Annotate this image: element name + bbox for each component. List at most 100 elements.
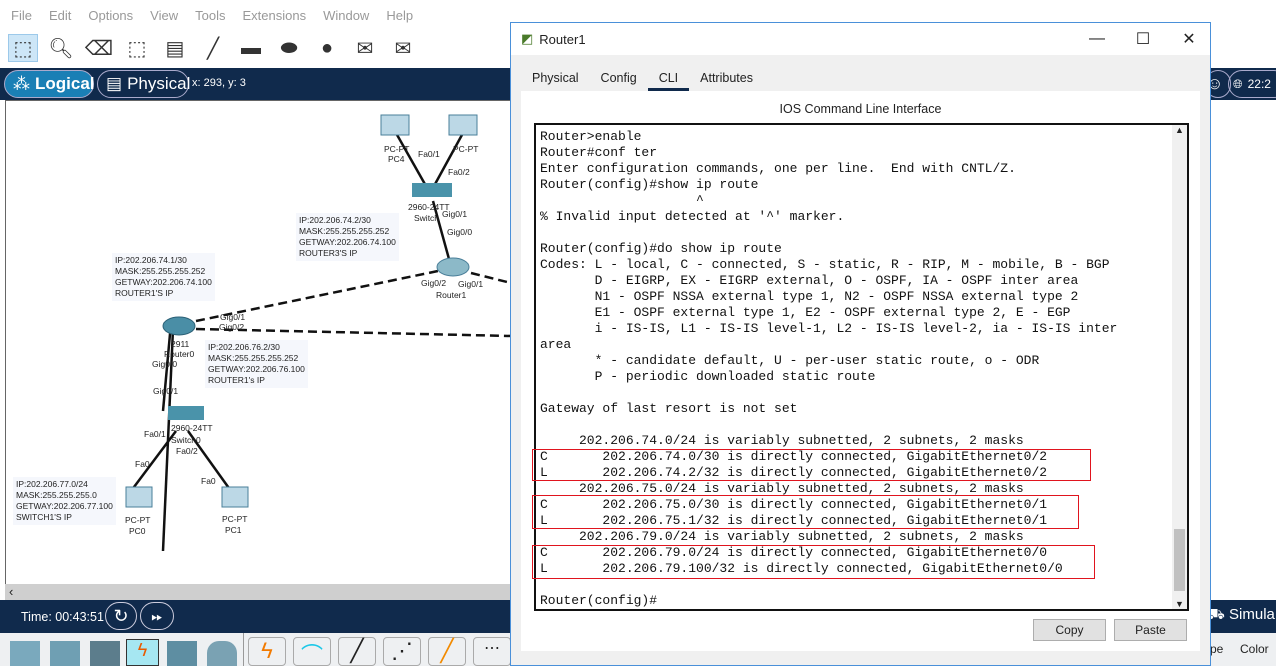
- complex-pdu-icon[interactable]: ✉: [388, 34, 418, 62]
- menu-bar: File Edit Options View Tools Extensions …: [0, 8, 510, 30]
- cli-scrollbar[interactable]: ▲ ▼: [1172, 125, 1187, 609]
- menu-window[interactable]: Window: [323, 8, 369, 30]
- scroll-thumb[interactable]: [1174, 529, 1185, 591]
- cli-line: area: [540, 337, 572, 352]
- tab-cli[interactable]: CLI: [647, 65, 690, 91]
- cli-line: [540, 577, 1117, 593]
- label: PC-PT: [222, 514, 248, 524]
- menu-file[interactable]: File: [11, 8, 32, 30]
- physical-tab[interactable]: ▤ Physical: [97, 70, 191, 98]
- note-switch1[interactable]: IP:202.206.77.0/24 MASK:255.255.255.0 GE…: [13, 477, 116, 525]
- misc-category-icon[interactable]: [167, 641, 197, 666]
- logical-canvas[interactable]: IP:202.206.74.2/30 MASK:255.255.255.252 …: [5, 100, 511, 585]
- resize-icon[interactable]: ⬚: [122, 34, 152, 62]
- menu-extensions[interactable]: Extensions: [242, 8, 306, 30]
- cli-line: Router(config)#: [540, 593, 658, 608]
- cloud-category-icon[interactable]: [207, 641, 237, 666]
- network-clock[interactable]: 🌐︎ 22:2: [1228, 70, 1276, 98]
- paste-button[interactable]: Paste: [1114, 619, 1187, 641]
- cli-panel: IOS Command Line Interface Router>enable…: [521, 91, 1200, 651]
- globe-icon: 🌐︎: [1233, 76, 1243, 91]
- select-icon[interactable]: ⬚: [8, 34, 38, 62]
- coords-readout: x: 293, y: 3: [192, 77, 246, 89]
- label: PC4: [388, 154, 405, 164]
- switch0-icon: [168, 406, 204, 420]
- simulation-tab[interactable]: ⛟ Simula: [1206, 606, 1275, 625]
- tab-physical[interactable]: Physical: [521, 65, 590, 91]
- console-cable-icon[interactable]: ⌒: [293, 637, 331, 668]
- cli-line: i - IS-IS, L1 - IS-IS level-1, L2 - IS-I…: [540, 321, 1118, 336]
- label: Fa0/1: [144, 429, 166, 439]
- inspect-icon[interactable]: 🔍︎: [46, 34, 76, 62]
- components-category-icon[interactable]: [90, 641, 120, 666]
- label: Fa0/2: [448, 167, 470, 177]
- cli-terminal[interactable]: Router>enable Router#conf ter Enter config…: [534, 123, 1189, 611]
- label: PC-PT: [125, 515, 151, 525]
- cli-line: Codes: L - local, C - connected, S - sta…: [540, 257, 1110, 272]
- fast-forward-icon[interactable]: ⏩︎: [140, 602, 174, 630]
- cli-line: E1 - OSPF external type 1, E2 - OSPF ext…: [540, 305, 1071, 320]
- label: Gig0/1: [458, 279, 484, 289]
- cli-line: [540, 385, 1117, 401]
- note-router1b[interactable]: IP:202.206.76.2/30 MASK:255.255.255.252 …: [205, 340, 308, 388]
- phone-cable-icon[interactable]: ⋯: [473, 637, 511, 666]
- label: PC1: [225, 525, 242, 535]
- cli-line: D - EIGRP, EX - EIGRP external, O - OSPF…: [540, 273, 1079, 288]
- menu-tools[interactable]: Tools: [195, 8, 225, 30]
- highlight-74: [532, 449, 1091, 481]
- auto-connection-icon[interactable]: ϟ: [248, 637, 286, 666]
- label: Gig0/0: [447, 227, 473, 237]
- router1-icon: [436, 257, 470, 277]
- menu-view[interactable]: View: [150, 8, 178, 30]
- pc0-icon: [125, 486, 153, 508]
- minimize-icon[interactable]: —: [1074, 23, 1120, 55]
- scroll-left-icon[interactable]: ‹: [9, 584, 13, 599]
- switches-category-icon[interactable]: [50, 641, 80, 666]
- physical-label: Physical: [127, 74, 191, 93]
- switch-icon: [412, 183, 452, 197]
- horizontal-scrollbar[interactable]: ‹: [5, 584, 510, 600]
- menu-edit[interactable]: Edit: [49, 8, 71, 30]
- fiber-cable-icon[interactable]: ╱: [428, 637, 466, 666]
- router1-window: ◩ Router1 — ☐ ✕ Physical Config CLI Attr…: [510, 22, 1211, 666]
- logical-tab[interactable]: ⁂ Logical: [4, 70, 95, 98]
- routers-category-icon[interactable]: [10, 641, 40, 666]
- note-text: IP:202.206.76.2/30 MASK:255.255.255.252 …: [208, 342, 305, 385]
- note-icon[interactable]: ▤: [160, 34, 190, 62]
- scroll-up-icon[interactable]: ▲: [1172, 125, 1187, 135]
- menu-help[interactable]: Help: [386, 8, 413, 30]
- label: Router0: [164, 349, 195, 359]
- column-type: pe: [1210, 642, 1224, 656]
- scroll-down-icon[interactable]: ▼: [1172, 599, 1187, 609]
- note-router3[interactable]: IP:202.206.74.2/30 MASK:255.255.255.252 …: [296, 213, 399, 261]
- tab-config[interactable]: Config: [590, 65, 648, 91]
- cli-output: Router>enable Router#conf ter Enter config…: [540, 129, 1117, 609]
- connections-category-icon[interactable]: ϟ: [126, 639, 159, 666]
- tab-attributes[interactable]: Attributes: [689, 65, 764, 91]
- delete-icon[interactable]: ⌫: [84, 34, 114, 62]
- pc4-icon: [380, 114, 410, 136]
- copy-button[interactable]: Copy: [1033, 619, 1106, 641]
- cli-heading: IOS Command Line Interface: [779, 102, 942, 116]
- straight-cable-icon[interactable]: ╱: [338, 637, 376, 666]
- label: Fa0/2: [176, 446, 198, 456]
- link-pc-switch: [432, 132, 465, 187]
- line-icon[interactable]: ╱: [198, 34, 228, 62]
- cli-line: * - candidate default, U - per-user stat…: [540, 353, 1040, 368]
- cli-line: [540, 225, 1117, 241]
- note-router1a[interactable]: IP:202.206.74.1/30 MASK:255.255.255.252 …: [112, 253, 215, 301]
- close-icon[interactable]: ✕: [1166, 23, 1212, 55]
- freeform-icon[interactable]: ●: [312, 34, 342, 62]
- rectangle-icon[interactable]: ▬: [236, 34, 266, 62]
- ellipse-icon[interactable]: ⬬: [274, 34, 304, 62]
- cli-line: Enter configuration commands, one per li…: [540, 161, 1016, 176]
- maximize-icon[interactable]: ☐: [1120, 23, 1166, 55]
- cli-line: 202.206.79.0/24 is variably subnetted, 2…: [540, 529, 1024, 544]
- note-text: IP:202.206.77.0/24 MASK:255.255.255.0 GE…: [16, 479, 113, 522]
- cli-line: Router>enable: [540, 129, 642, 144]
- simple-pdu-icon[interactable]: ✉: [350, 34, 380, 62]
- reset-time-icon[interactable]: ↻: [105, 602, 137, 630]
- note-text: IP:202.206.74.1/30 MASK:255.255.255.252 …: [115, 255, 212, 298]
- crossover-cable-icon[interactable]: ⋰: [383, 637, 421, 666]
- menu-options[interactable]: Options: [88, 8, 133, 30]
